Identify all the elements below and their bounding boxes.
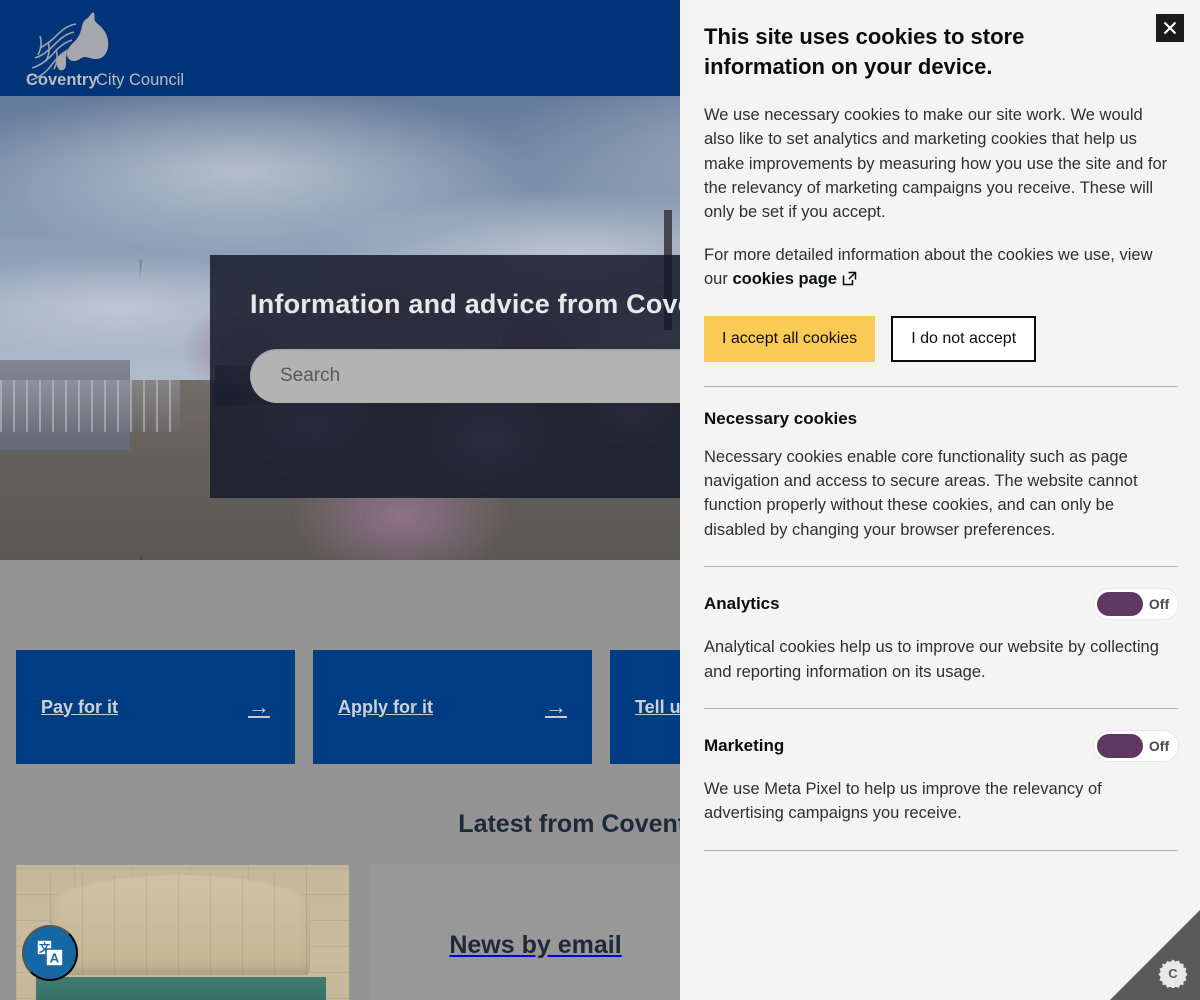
- card-label: Apply for it: [338, 696, 433, 717]
- close-icon[interactable]: [1156, 14, 1184, 42]
- divider: [704, 566, 1178, 568]
- necessary-cookies-description: Necessary cookies enable core functional…: [704, 447, 1138, 539]
- cookie-banner-paragraph-2: For more detailed information about the …: [704, 243, 1172, 294]
- accept-all-cookies-button[interactable]: I accept all cookies: [704, 315, 876, 362]
- analytics-cookies-description: Analytical cookies help us to improve ou…: [704, 638, 1159, 681]
- section-title: Necessary cookies: [704, 408, 858, 428]
- close-x-glyph-icon: [1163, 21, 1177, 35]
- cookie-settings-cog-icon: C: [1158, 959, 1188, 988]
- quick-action-pay-for-it[interactable]: Pay for it →: [16, 650, 295, 764]
- decline-cookies-button[interactable]: I do not accept: [891, 315, 1037, 362]
- translate-glyph-icon: 文 A: [36, 939, 64, 967]
- section-title: Marketing: [704, 736, 785, 755]
- svg-text:A: A: [50, 951, 60, 966]
- toggle-state-label: Off: [1148, 596, 1170, 613]
- news-by-email-title: News by email: [449, 930, 622, 959]
- analytics-toggle[interactable]: Off: [1094, 589, 1178, 620]
- arrow-right-icon: →: [545, 694, 567, 719]
- marketing-cookies-header: Marketing Off: [704, 731, 1178, 761]
- site-logo[interactable]: Coventry City Council: [14, 6, 284, 92]
- cookies-page-link[interactable]: cookies page: [732, 270, 837, 288]
- necessary-cookies-header: Necessary cookies: [704, 409, 1178, 429]
- cookie-consent-panel: This site uses cookies to store informat…: [680, 0, 1200, 1000]
- toggle-knob: [1097, 592, 1143, 617]
- page-root: Coventry City Council Information and ad…: [0, 0, 1200, 1000]
- divider: [704, 708, 1178, 709]
- news-by-email-card[interactable]: News by email: [369, 865, 702, 1000]
- translate-icon[interactable]: 文 A: [22, 925, 78, 981]
- horse-head-logo-icon: Coventry City Council: [26, 12, 184, 89]
- cookie-action-buttons: I accept all cookies I do not accept: [704, 315, 1170, 362]
- external-link-icon: [842, 269, 857, 293]
- marketing-toggle[interactable]: Off: [1094, 731, 1178, 761]
- divider: [704, 849, 1178, 851]
- news-photo-bin-body: [36, 977, 326, 1000]
- divider: [704, 385, 1178, 387]
- cookie-banner-title: This site uses cookies to store informat…: [704, 24, 1025, 80]
- analytics-cookies-header: Analytics Off: [704, 589, 1178, 620]
- marketing-cookies-description: We use Meta Pixel to help us improve the…: [704, 780, 1102, 823]
- toggle-knob: [1097, 734, 1143, 758]
- news-photo-bin-lid: [50, 875, 310, 975]
- logo-text-bold: Coventry: [26, 71, 98, 89]
- card-label: Pay for it: [41, 696, 119, 717]
- cookie-settings-widget[interactable]: C: [1110, 910, 1200, 1000]
- arrow-right-icon: →: [248, 694, 270, 719]
- card-label: Tell u: [635, 696, 681, 717]
- quick-action-apply-for-it[interactable]: Apply for it →: [313, 650, 592, 764]
- svg-text:C: C: [1168, 966, 1178, 981]
- search-placeholder: Search: [280, 365, 341, 386]
- cookie-banner-paragraph-1: We use necessary cookies to make our sit…: [704, 105, 1168, 222]
- toggle-state-label: Off: [1148, 738, 1170, 754]
- section-title: Analytics: [704, 594, 780, 614]
- logo-text-light: City Council: [96, 71, 184, 89]
